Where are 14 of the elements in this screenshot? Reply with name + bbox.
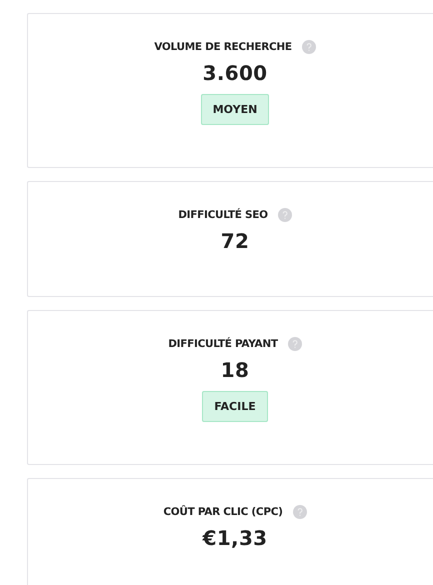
- help-icon[interactable]: [288, 337, 302, 351]
- help-icon[interactable]: [302, 40, 316, 54]
- help-icon[interactable]: [292, 505, 307, 519]
- metric-value: €1,33: [202, 526, 268, 550]
- metric-title: DIFFICULTÉ SEO: [178, 209, 268, 221]
- metric-title: VOLUME DE RECHERCHE: [154, 41, 292, 53]
- metric-value: 3.600: [202, 61, 268, 85]
- difficulty-badge: FACILE: [202, 391, 268, 422]
- metric-title: DIFFICULTÉ PAYANT: [168, 338, 278, 350]
- difficulty-badge: MOYEN: [200, 94, 270, 125]
- metric-title: COÛT PAR CLIC (CPC): [163, 506, 283, 518]
- metric-value: 18: [220, 358, 250, 382]
- help-icon[interactable]: [278, 208, 292, 222]
- metric-value: 72: [220, 229, 250, 253]
